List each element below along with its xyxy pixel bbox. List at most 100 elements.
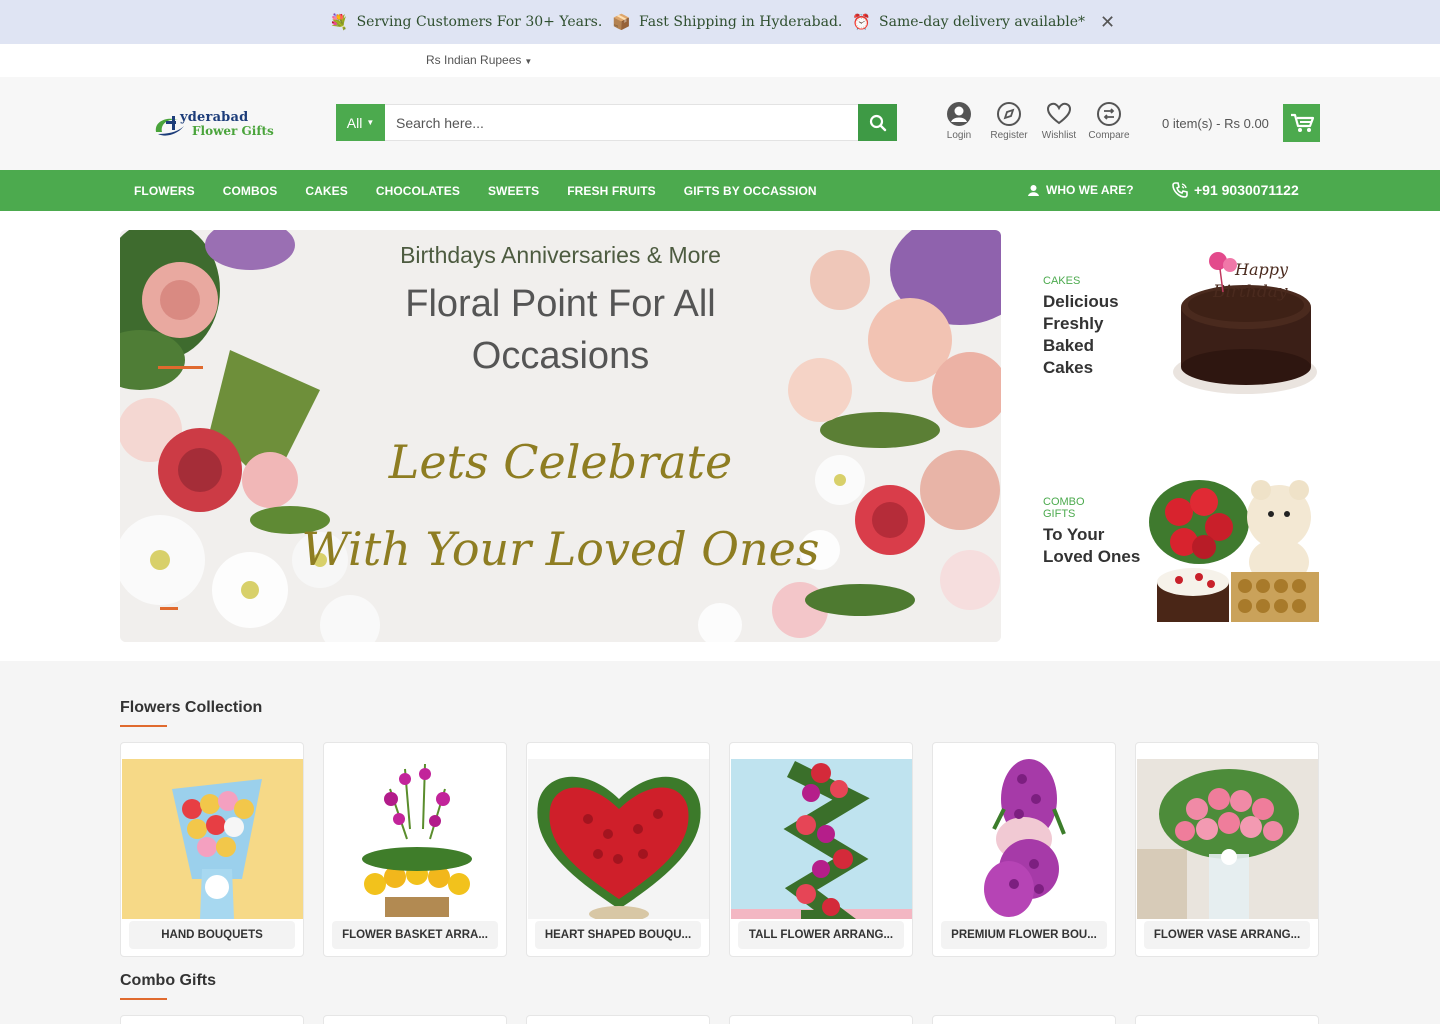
promo-cakes[interactable]: CAKES Delicious Freshly Baked Cakes Happ…: [1043, 247, 1320, 397]
nav-item-combos[interactable]: COMBOS: [223, 184, 278, 198]
compare-label: Compare: [1088, 130, 1130, 141]
flower-basket-image: [325, 759, 506, 919]
notice-item-shipping: 📦 Fast Shipping in Hyderabad.: [612, 13, 842, 31]
cake-image: Happy Birthday: [1173, 247, 1320, 397]
login-label: Login: [946, 130, 972, 141]
header: yderabad Flower Gifts All▼ Login Registe…: [0, 77, 1440, 170]
user-icon: [946, 101, 972, 127]
register-label: Register: [990, 130, 1028, 141]
nav-item-cakes[interactable]: CAKES: [305, 184, 348, 198]
combo-card[interactable]: [120, 1015, 304, 1024]
slider-pagination-dot[interactable]: [160, 607, 178, 610]
login-link[interactable]: Login: [936, 101, 982, 141]
promo-combo-gifts[interactable]: COMBO GIFTS To Your Loved Ones: [1043, 472, 1320, 642]
promo-cakes-title: Delicious Freshly Baked Cakes: [1043, 292, 1119, 377]
who-we-are-link[interactable]: WHO WE ARE?: [1027, 183, 1134, 197]
close-icon[interactable]: ✕: [1100, 12, 1115, 33]
search-bar: All ▼: [336, 104, 897, 141]
slide-script-line2: With Your Loved Ones: [301, 522, 820, 576]
user-icon: [1028, 184, 1039, 196]
phone-link[interactable]: +91 9030071122: [1171, 181, 1299, 199]
svg-text:Birthday: Birthday: [1212, 282, 1288, 302]
category-card-heart-shaped[interactable]: HEART SHAPED BOUQU...: [526, 742, 710, 957]
nav-item-chocolates[interactable]: CHOCOLATES: [376, 184, 460, 198]
flowers-collection-list: HAND BOUQUETS FLOWER BASKET ARRA... HEAR…: [120, 742, 1319, 957]
slide-tagline: Birthdays Anniversaries & More: [400, 242, 721, 268]
search-input[interactable]: [387, 105, 857, 140]
cart-summary[interactable]: 0 item(s) - Rs 0.00: [1162, 116, 1269, 131]
nav-item-sweets[interactable]: SWEETS: [488, 184, 539, 198]
heart-bouquet-image: [528, 759, 709, 919]
compare-link[interactable]: Compare: [1086, 101, 1132, 141]
combo-gifts-title: Combo Gifts: [120, 972, 216, 989]
caret-down-icon: ▼: [524, 57, 533, 66]
slide-heading-line1: Floral Point For All: [405, 283, 716, 325]
compass-icon: [996, 101, 1022, 127]
promo-combo-title: To Your Loved Ones: [1043, 525, 1141, 566]
slide-heading-line2: Occasions: [471, 335, 650, 377]
slider-progress-indicator: [158, 366, 203, 369]
flower-vase-image: [1137, 759, 1318, 919]
search-icon: [869, 114, 886, 131]
svg-text:Happy: Happy: [1234, 260, 1289, 279]
category-card-flower-basket[interactable]: FLOWER BASKET ARRA...: [323, 742, 507, 957]
alarm-clock-icon: ⏰: [852, 13, 872, 31]
category-card-tall-flower[interactable]: TALL FLOWER ARRANG...: [729, 742, 913, 957]
category-card-flower-vase[interactable]: FLOWER VASE ARRANG...: [1135, 742, 1319, 957]
category-label: HEART SHAPED BOUQU...: [535, 921, 701, 949]
site-logo[interactable]: yderabad Flower Gifts: [152, 108, 282, 140]
flowers-collection-title: Flowers Collection: [120, 699, 263, 716]
category-label: FLOWER BASKET ARRA...: [332, 921, 498, 949]
section-underline: [120, 998, 167, 1000]
wishlist-label: Wishlist: [1041, 130, 1077, 141]
nav-item-gifts-by-occassion[interactable]: GIFTS BY OCCASSION: [684, 184, 817, 198]
combo-card[interactable]: [323, 1015, 507, 1024]
phone-icon: [1172, 182, 1188, 198]
heart-icon: [1046, 101, 1072, 127]
tall-flower-arrangement-image: [731, 759, 912, 919]
top-links-bar: Rs Indian Rupees ▼: [0, 44, 1440, 77]
search-category-label: All: [346, 114, 363, 131]
hand-bouquet-image: [122, 759, 303, 919]
caret-down-icon: ▼: [366, 118, 375, 127]
account-links: Login Register Wishlist Compare: [936, 101, 1136, 141]
combo-gift-image: [1149, 472, 1320, 642]
category-card-hand-bouquets[interactable]: HAND BOUQUETS: [120, 742, 304, 957]
compare-icon: [1096, 101, 1122, 127]
combo-card[interactable]: [729, 1015, 913, 1024]
notice-text-sameday: Same-day delivery available*: [879, 14, 1086, 30]
slide-heading: Floral Point For All Occasions: [120, 278, 1001, 382]
search-category-dropdown[interactable]: All ▼: [336, 104, 385, 141]
premium-bouquet-image: [934, 759, 1115, 919]
category-label: TALL FLOWER ARRANG...: [738, 921, 904, 949]
cart-icon: [1290, 113, 1314, 132]
gift-icon: 💐: [329, 13, 349, 31]
combo-card[interactable]: [1135, 1015, 1319, 1024]
notice-text-shipping: Fast Shipping in Hyderabad.: [639, 14, 843, 30]
currency-selector[interactable]: Rs Indian Rupees ▼: [426, 53, 532, 67]
search-button[interactable]: [858, 104, 897, 141]
section-underline: [120, 725, 167, 727]
notice-bar: 💐 Serving Customers For 30+ Years. 📦 Fas…: [0, 0, 1440, 44]
who-we-are-label: WHO WE ARE?: [1046, 183, 1134, 197]
notice-item-years: 💐 Serving Customers For 30+ Years.: [330, 13, 602, 31]
notice-item-sameday: ⏰ Same-day delivery available*: [852, 13, 1085, 31]
notice-text-years: Serving Customers For 30+ Years.: [356, 14, 603, 30]
slide-script-line1: Lets Celebrate: [388, 435, 733, 489]
main-navigation: FLOWERS COMBOS CAKES CHOCOLATES SWEETS F…: [0, 170, 1440, 211]
hero-slider[interactable]: Birthdays Anniversaries & More Floral Po…: [120, 230, 1001, 642]
nav-item-fresh-fruits[interactable]: FRESH FRUITS: [567, 184, 656, 198]
logo-text-line1: yderabad: [180, 110, 249, 125]
currency-label: Rs Indian Rupees: [426, 53, 522, 67]
promo-combo-kicker: COMBO GIFTS: [1043, 496, 1085, 520]
combo-card[interactable]: [526, 1015, 710, 1024]
combo-gifts-list: [120, 1015, 1319, 1024]
register-link[interactable]: Register: [986, 101, 1032, 141]
category-label: HAND BOUQUETS: [129, 921, 295, 949]
nav-item-flowers[interactable]: FLOWERS: [134, 184, 195, 198]
cart-button[interactable]: [1283, 104, 1320, 142]
wishlist-link[interactable]: Wishlist: [1036, 101, 1082, 141]
combo-card[interactable]: [932, 1015, 1116, 1024]
phone-number: +91 9030071122: [1194, 182, 1299, 198]
category-card-premium-flower[interactable]: PREMIUM FLOWER BOU...: [932, 742, 1116, 957]
